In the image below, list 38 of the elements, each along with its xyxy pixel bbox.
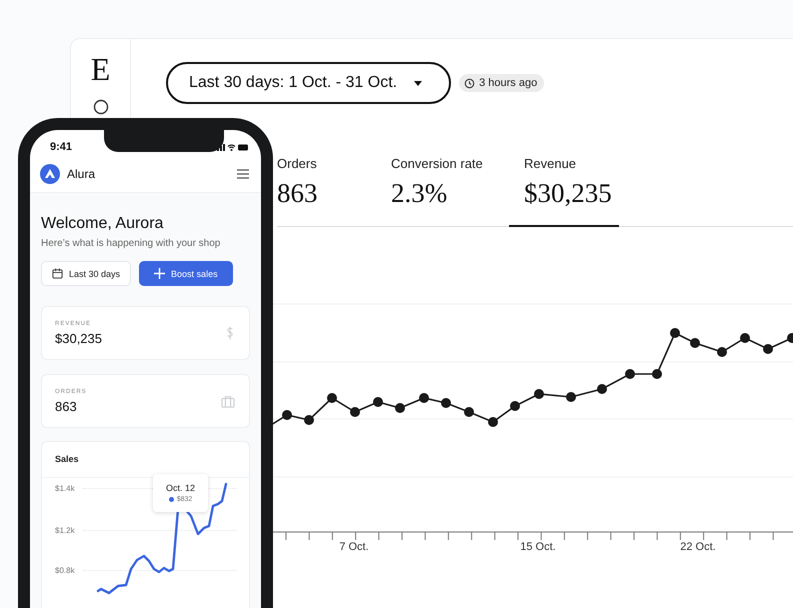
- x-axis-label: 15 Oct.: [520, 540, 556, 553]
- metric-label: Revenue: [524, 156, 578, 171]
- metric-label: Orders: [277, 156, 318, 171]
- y-axis-label: $1.4k: [55, 484, 76, 493]
- y-axis-label: $1.2k: [55, 526, 76, 535]
- metric-tab[interactable]: Orders 863: [277, 146, 391, 227]
- dollar-icon: [225, 325, 235, 341]
- metric-tab[interactable]: Revenue $30,235: [509, 146, 619, 227]
- circle-icon: [92, 99, 108, 115]
- boost-button[interactable]: Boost sales: [139, 261, 233, 286]
- date-range-dropdown[interactable]: Last 30 days: 1 Oct. - 31 Oct.: [166, 62, 452, 104]
- x-axis-label: 7 Oct.: [339, 540, 369, 553]
- app-name: Alura: [67, 167, 96, 181]
- tooltip-date: Oct. 12: [166, 483, 195, 493]
- x-axis-label: 22 Oct.: [680, 540, 716, 553]
- caret-icon: [413, 79, 424, 87]
- clock-icon: [464, 78, 476, 88]
- status-icons: [217, 142, 249, 152]
- metric-tab[interactable]: Conversion rate 2.3%: [391, 146, 509, 227]
- briefcase-icon: [221, 394, 235, 408]
- series-dot-icon: [168, 497, 174, 502]
- subtitle: Here’s what is happening with your shop: [41, 238, 222, 249]
- y-axis-label: $0.8k: [55, 566, 76, 575]
- app-logo-icon: [40, 164, 60, 184]
- metric-label: Conversion rate: [391, 156, 484, 171]
- metric-value: $30,235: [524, 177, 613, 210]
- plus-icon: [154, 268, 166, 279]
- stat-value: 863: [55, 398, 78, 414]
- metric-value: 863: [277, 177, 318, 210]
- menu-icon: [237, 169, 249, 179]
- metric-value: 2.3%: [391, 177, 448, 210]
- stat-value: $30,235: [55, 330, 102, 346]
- greeting: Welcome, Aurora: [41, 215, 164, 233]
- date-button[interactable]: Last 30 days: [41, 261, 132, 286]
- calendar-icon: [52, 268, 63, 279]
- logo: E: [90, 51, 110, 87]
- status-time: 9:41: [50, 140, 72, 152]
- updated-time: 3 hours ago: [479, 77, 538, 89]
